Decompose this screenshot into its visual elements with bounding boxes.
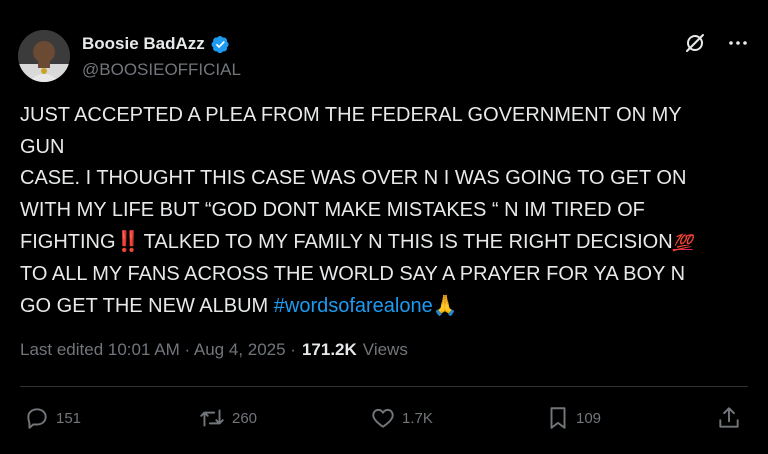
divider bbox=[20, 386, 748, 387]
tweet-line: JUST ACCEPTED A PLEA FROM THE FEDERAL GO… bbox=[20, 104, 682, 126]
bookmark-button[interactable]: 109 bbox=[546, 400, 601, 436]
views-count: 171.2K bbox=[301, 340, 357, 359]
avatar[interactable] bbox=[18, 30, 70, 82]
tweet-line: GO GET THE NEW ALBUM #wordsofarealone🙏 bbox=[20, 290, 740, 323]
hashtag-link[interactable]: #wordsofarealone bbox=[274, 295, 433, 317]
heart-icon bbox=[372, 408, 394, 428]
repost-button[interactable]: 260 bbox=[198, 400, 257, 436]
author-name-row: Boosie BadAzz bbox=[82, 34, 230, 54]
tweet-line: CASE. I THOUGHT THIS CASE WAS OVER N I W… bbox=[20, 167, 687, 189]
share-icon bbox=[719, 407, 739, 428]
grok-icon[interactable] bbox=[684, 32, 706, 54]
tweet-line: FIGHTING‼️ TALKED TO MY FAMILY N THIS IS… bbox=[20, 226, 740, 259]
tweet-line-segment: FIGHTING bbox=[20, 231, 116, 253]
folded-hands-emoji-icon: 🙏 bbox=[432, 293, 458, 317]
reply-count: 151 bbox=[56, 409, 82, 427]
action-bar: 151 260 1.7K 109 bbox=[0, 400, 768, 436]
bookmark-icon bbox=[550, 407, 566, 429]
bookmark-count: 109 bbox=[576, 409, 602, 427]
more-options-icon[interactable] bbox=[728, 33, 748, 53]
repost-count: 260 bbox=[232, 409, 258, 427]
tweet-meta: Last edited 10:01 AM · Aug 4, 2025 · 171… bbox=[20, 340, 408, 360]
avatar-image bbox=[18, 30, 70, 82]
repost-icon bbox=[200, 409, 224, 427]
top-actions bbox=[684, 32, 748, 54]
like-count: 1.7K bbox=[402, 409, 433, 427]
tweet-line: WITH MY LIFE BUT “GOD DONT MAKE MISTAKES… bbox=[20, 198, 645, 221]
double-exclamation-emoji-icon: ‼️ bbox=[115, 229, 141, 253]
author-handle[interactable]: @BOOSIEOFFICIAL bbox=[82, 60, 241, 80]
author-display-name[interactable]: Boosie BadAzz bbox=[82, 34, 205, 54]
tweet-line-segment: GO GET THE NEW ALBUM bbox=[20, 295, 274, 317]
reply-icon bbox=[27, 408, 47, 429]
reply-button[interactable]: 151 bbox=[24, 400, 81, 436]
views-label: Views bbox=[362, 340, 408, 359]
tweet-line: TO ALL MY FANS ACROSS THE WORLD SAY A PR… bbox=[20, 262, 686, 285]
tweet-line-segment: TALKED TO MY FAMILY N THIS IS THE RIGHT … bbox=[138, 231, 673, 253]
hundred-points-emoji-icon: 💯 bbox=[672, 233, 693, 252]
edited-timestamp[interactable]: Last edited 10:01 AM · Aug 4, 2025 · bbox=[20, 340, 296, 360]
share-button[interactable] bbox=[716, 400, 742, 436]
verified-badge-icon bbox=[211, 35, 230, 54]
like-button[interactable]: 1.7K bbox=[370, 400, 433, 436]
tweet-text: JUST ACCEPTED A PLEA FROM THE FEDERAL GO… bbox=[20, 100, 740, 323]
tweet-line: GUN bbox=[20, 135, 65, 158]
